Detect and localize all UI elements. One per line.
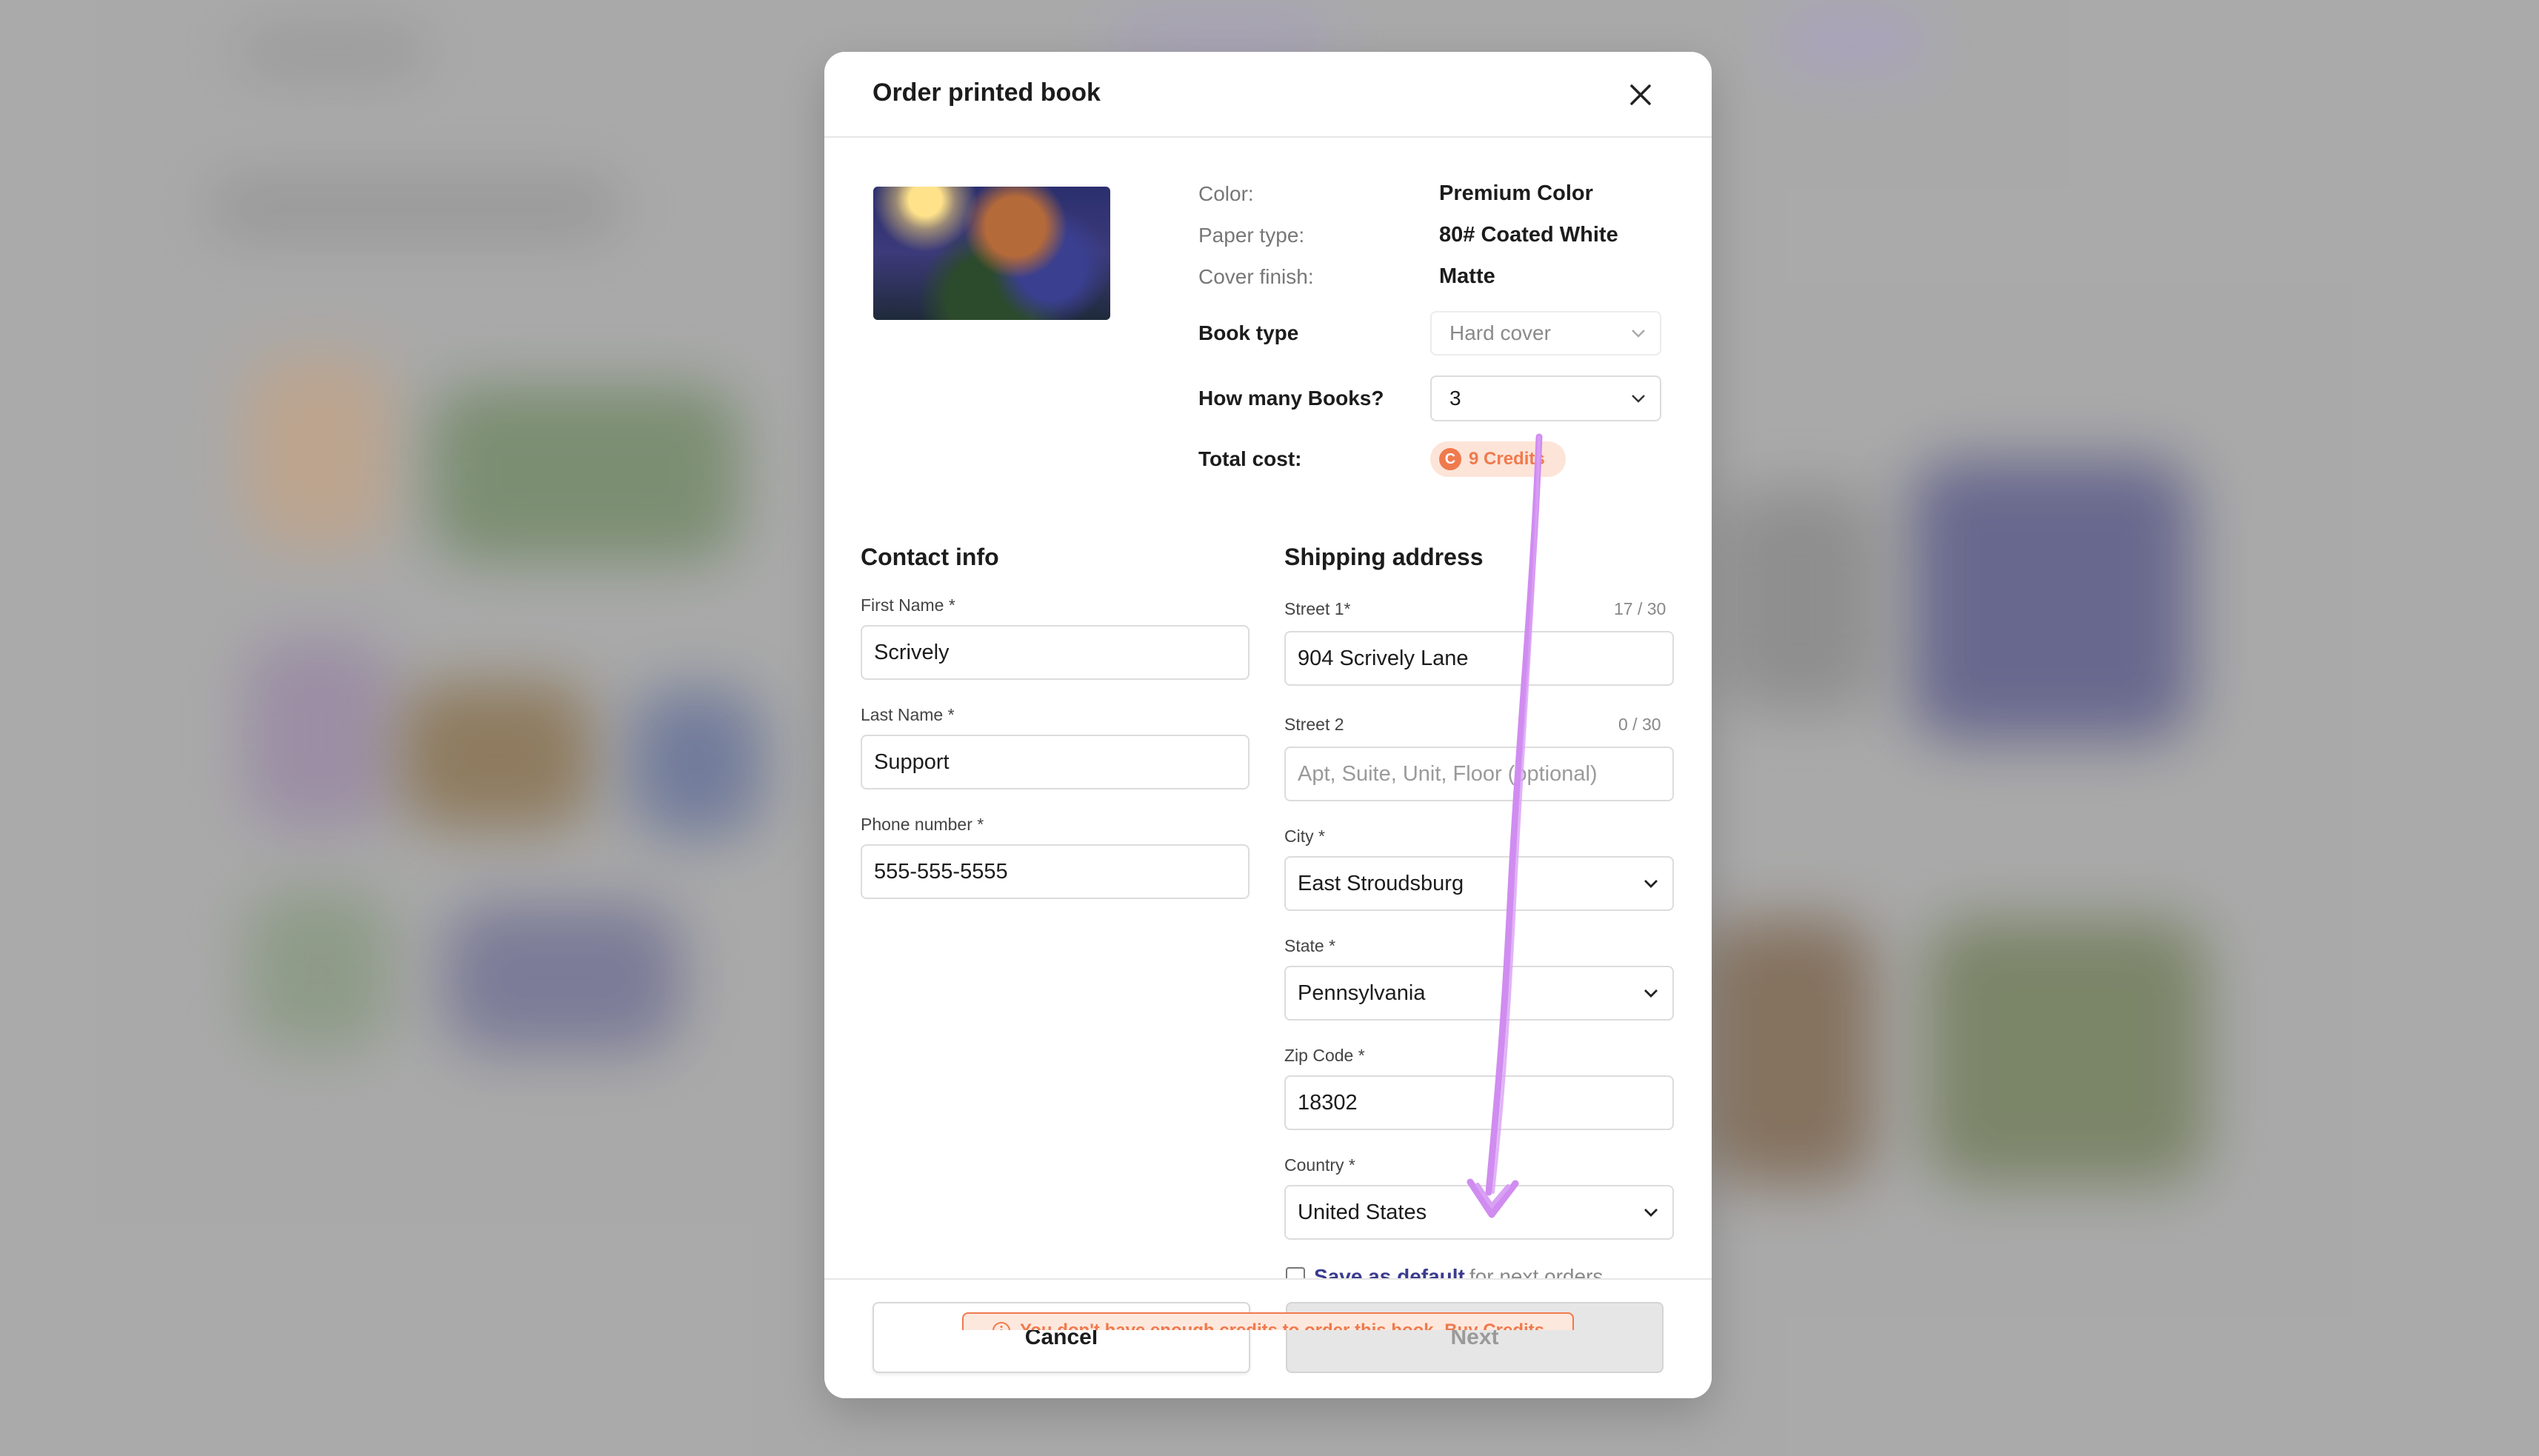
- country-select[interactable]: United States: [1284, 1185, 1674, 1240]
- shipping-address-title: Shipping address: [1284, 544, 1484, 570]
- book-cover-image: [873, 187, 1110, 320]
- credits-badge: C 9 Credits: [1430, 441, 1566, 477]
- state-label: State *: [1284, 936, 1336, 955]
- contact-info-title: Contact info: [861, 544, 999, 570]
- info-icon: [992, 1322, 1010, 1330]
- phone-label: Phone number *: [861, 815, 984, 834]
- book-type-value: Hard cover: [1449, 321, 1551, 344]
- country-label: Country *: [1284, 1155, 1355, 1175]
- last-name-input[interactable]: Support: [861, 735, 1250, 789]
- close-button[interactable]: [1624, 79, 1657, 111]
- insufficient-credits-warning: You don't have enough credits to order t…: [962, 1312, 1574, 1330]
- chevron-down-icon: [1632, 330, 1645, 338]
- street2-input[interactable]: Apt, Suite, Unit, Floor (optional): [1284, 747, 1674, 801]
- book-type-select: Hard cover: [1430, 311, 1661, 355]
- quantity-label: How many Books?: [1198, 387, 1384, 410]
- buy-credits-link[interactable]: Buy Credits: [1444, 1320, 1544, 1330]
- order-book-modal: Order printed book Color: Premium Color …: [824, 52, 1712, 1398]
- zip-label: Zip Code *: [1284, 1046, 1365, 1065]
- street1-counter: 17 / 30: [1614, 599, 1666, 618]
- modal-body[interactable]: Color: Premium Color Paper type: 80# Coa…: [824, 136, 1712, 1330]
- street1-input[interactable]: 904 Scrively Lane: [1284, 631, 1674, 686]
- street2-counter: 0 / 30: [1618, 715, 1661, 734]
- credits-coin-icon: C: [1439, 448, 1461, 470]
- modal-title: Order printed book: [873, 79, 1101, 107]
- country-value: United States: [1298, 1200, 1427, 1224]
- first-name-input[interactable]: Scrively: [861, 625, 1250, 680]
- phone-input[interactable]: 555-555-5555: [861, 844, 1250, 899]
- street2-label: Street 2: [1284, 715, 1344, 734]
- warning-message: You don't have enough credits to order t…: [1020, 1320, 1438, 1330]
- modal-footer: Cancel Next: [824, 1278, 1712, 1398]
- city-select[interactable]: East Stroudsburg: [1284, 856, 1674, 911]
- state-select[interactable]: Pennsylvania: [1284, 966, 1674, 1021]
- last-name-label: Last Name *: [861, 705, 955, 724]
- modal-header: Order printed book: [824, 52, 1712, 138]
- close-icon: [1630, 84, 1651, 105]
- state-value: Pennsylvania: [1298, 981, 1426, 1005]
- street1-label: Street 1*: [1284, 599, 1351, 618]
- paper-type-label: Paper type:: [1198, 224, 1305, 247]
- chevron-down-icon: [1644, 1209, 1658, 1217]
- first-name-label: First Name *: [861, 595, 955, 615]
- chevron-down-icon: [1632, 395, 1645, 403]
- city-label: City *: [1284, 826, 1325, 846]
- paper-type-value: 80# Coated White: [1439, 223, 1618, 247]
- cover-finish-label: Cover finish:: [1198, 265, 1314, 288]
- chevron-down-icon: [1644, 989, 1658, 998]
- zip-input[interactable]: 18302: [1284, 1075, 1674, 1130]
- cover-finish-value: Matte: [1439, 264, 1495, 288]
- color-value: Premium Color: [1439, 181, 1593, 205]
- book-type-label: Book type: [1198, 321, 1299, 344]
- total-cost-label: Total cost:: [1198, 447, 1302, 470]
- quantity-select[interactable]: 3: [1430, 375, 1661, 421]
- chevron-down-icon: [1644, 880, 1658, 888]
- color-label: Color:: [1198, 182, 1254, 205]
- quantity-value: 3: [1449, 387, 1461, 410]
- credits-amount: 9 Credits: [1469, 449, 1545, 469]
- city-value: East Stroudsburg: [1298, 871, 1464, 895]
